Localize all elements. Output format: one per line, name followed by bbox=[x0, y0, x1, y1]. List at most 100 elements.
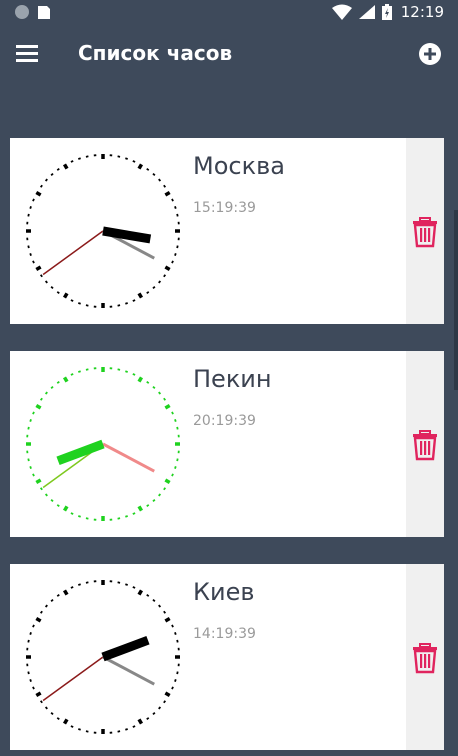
wifi-icon bbox=[331, 4, 352, 20]
clock-card: Киев 14:19:39 bbox=[10, 564, 444, 750]
clock-tick bbox=[56, 291, 60, 295]
menu-icon bbox=[16, 45, 38, 62]
clock-tick bbox=[146, 380, 150, 384]
clock-tick bbox=[62, 718, 69, 725]
clock-tick bbox=[56, 380, 60, 384]
clock-tick bbox=[50, 712, 54, 716]
clock-tick bbox=[50, 598, 54, 602]
clock-tick bbox=[137, 718, 144, 725]
clock-tick bbox=[35, 478, 42, 485]
clock-tick bbox=[50, 286, 54, 290]
clock-tick bbox=[146, 167, 150, 171]
status-left bbox=[14, 4, 54, 20]
clock-tick bbox=[50, 499, 54, 503]
clock-tick bbox=[132, 299, 136, 302]
clock-tick bbox=[29, 419, 32, 422]
scrollbar[interactable] bbox=[454, 210, 458, 390]
clock-tick bbox=[146, 593, 150, 597]
clock-tick bbox=[78, 515, 81, 518]
clock-tick bbox=[174, 466, 177, 469]
clock-tick bbox=[174, 253, 177, 256]
trash-icon bbox=[413, 430, 437, 461]
clock-tick bbox=[152, 499, 156, 503]
notification-icons bbox=[15, 5, 50, 19]
clock-tick bbox=[137, 163, 144, 170]
clock-tick bbox=[171, 411, 174, 415]
second-hand bbox=[42, 656, 104, 702]
hour-hand bbox=[56, 439, 105, 466]
clock-tick bbox=[32, 411, 35, 415]
clock-tick bbox=[32, 473, 35, 477]
clock-tick bbox=[35, 265, 42, 272]
delete-button[interactable] bbox=[411, 642, 439, 674]
clock-tick bbox=[158, 280, 162, 284]
clock-tick bbox=[78, 728, 81, 731]
clock-tick bbox=[125, 157, 128, 160]
clock-tick bbox=[78, 583, 81, 586]
add-clock-button[interactable] bbox=[416, 40, 444, 68]
clock-tick bbox=[132, 512, 136, 515]
clock-tick bbox=[44, 280, 48, 284]
clock-tick bbox=[163, 397, 167, 401]
clock-tick bbox=[164, 265, 171, 272]
clock-tick bbox=[39, 610, 43, 614]
clock-tick bbox=[137, 292, 144, 299]
clock-tick bbox=[171, 624, 174, 628]
clock-tick bbox=[171, 260, 174, 264]
clock-tick bbox=[56, 504, 60, 508]
clock-tick bbox=[62, 163, 69, 170]
clock-tick bbox=[132, 586, 136, 589]
clock-tick bbox=[163, 274, 167, 278]
clock-tick bbox=[35, 403, 42, 410]
clock-tick bbox=[35, 616, 42, 623]
clock-tick bbox=[44, 706, 48, 710]
clock-tick bbox=[29, 253, 32, 256]
clock-tick bbox=[35, 691, 42, 698]
clock-tick bbox=[32, 624, 35, 628]
status-time: 12:19 bbox=[400, 3, 444, 21]
second-hand bbox=[42, 230, 104, 276]
clock-tick bbox=[164, 403, 171, 410]
clock-tick bbox=[32, 686, 35, 690]
menu-button[interactable] bbox=[12, 38, 44, 70]
clock-time: 20:19:39 bbox=[193, 413, 256, 429]
clock-tick bbox=[44, 493, 48, 497]
app-bar: Список часов bbox=[0, 24, 458, 84]
clock-tick bbox=[125, 515, 128, 518]
clock-tick bbox=[132, 725, 136, 728]
clock-tick bbox=[158, 706, 162, 710]
clock-tick bbox=[158, 178, 162, 182]
clock-tick bbox=[132, 373, 136, 376]
clock-tick bbox=[62, 589, 69, 596]
clock-tick bbox=[158, 493, 162, 497]
clock-time: 15:19:39 bbox=[193, 200, 256, 216]
trash-icon bbox=[413, 643, 437, 674]
trash-icon bbox=[413, 217, 437, 248]
clock-tick bbox=[39, 184, 43, 188]
clock-tick bbox=[146, 717, 150, 721]
battery-icon bbox=[381, 4, 392, 20]
clock-tick bbox=[174, 206, 177, 209]
status-bar: 12:19 bbox=[0, 0, 458, 24]
clock-tick bbox=[171, 198, 174, 202]
clock-tick bbox=[44, 604, 48, 608]
add-circle-icon bbox=[419, 43, 441, 65]
clock-tick bbox=[62, 505, 69, 512]
clock-tick bbox=[78, 157, 81, 160]
clock-tick bbox=[70, 586, 74, 589]
clock-tick bbox=[70, 299, 74, 302]
clock-tick bbox=[32, 260, 35, 264]
clock-tick bbox=[29, 632, 32, 635]
clock-tick bbox=[152, 286, 156, 290]
clock-card: Пекин 20:19:39 bbox=[10, 351, 444, 537]
clock-tick bbox=[158, 604, 162, 608]
clock-tick bbox=[163, 184, 167, 188]
clock-tick bbox=[174, 419, 177, 422]
clock-tick bbox=[164, 616, 171, 623]
delete-button[interactable] bbox=[411, 429, 439, 461]
minute-hand bbox=[102, 655, 155, 686]
delete-button[interactable] bbox=[411, 216, 439, 248]
clock-tick bbox=[158, 391, 162, 395]
clock-tick bbox=[125, 728, 128, 731]
clock-city: Киев bbox=[193, 578, 255, 606]
